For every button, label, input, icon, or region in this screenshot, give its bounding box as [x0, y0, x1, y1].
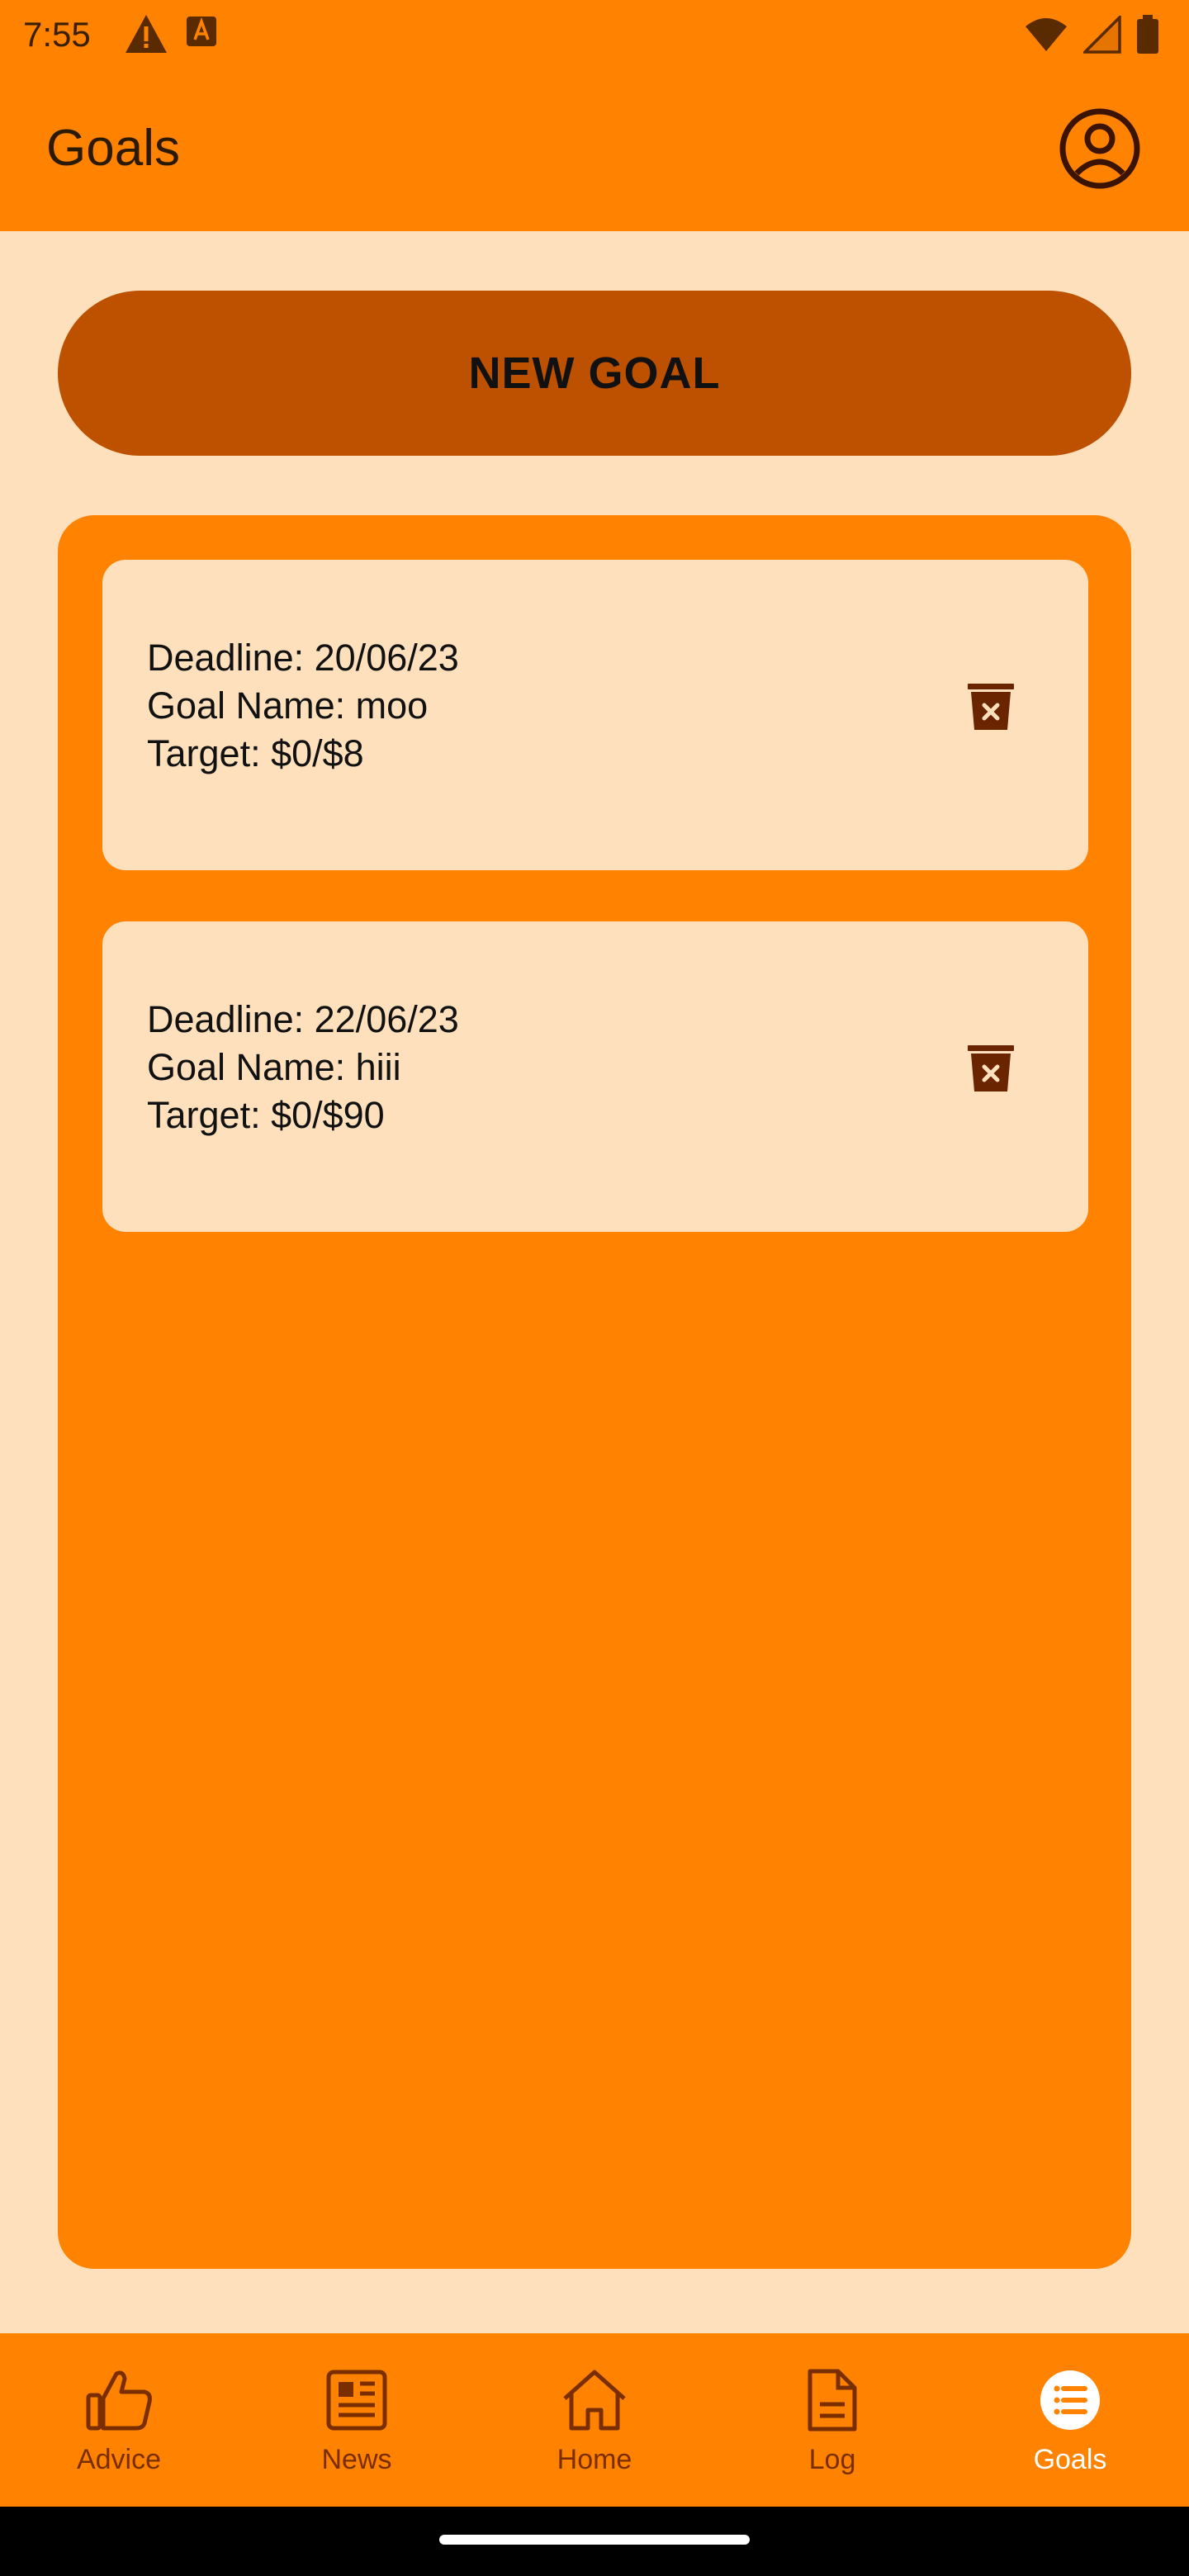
goal-name: Goal Name: moo — [147, 684, 429, 727]
goal-target: Target: $0/$8 — [147, 732, 364, 774]
goal-card: Deadline: 22/06/23 Goal Name: hiii Targe… — [102, 921, 1088, 1232]
signal-icon — [1081, 13, 1121, 58]
keyboard-a-icon — [185, 13, 218, 59]
goal-target: Target: $0/$90 — [147, 1094, 385, 1136]
nav-label-news: News — [321, 2444, 392, 2475]
goal-details: Deadline: 22/06/23 Goal Name: hiii Targe… — [147, 996, 459, 1139]
bottom-navigation: Advice News Home Log Goals — [0, 2333, 1189, 2507]
nav-item-news[interactable]: News — [238, 2333, 476, 2507]
nav-item-log[interactable]: Log — [713, 2333, 951, 2507]
delete-icon — [964, 1042, 1017, 1099]
newspaper-icon — [324, 2367, 390, 2437]
list-circle-icon — [1039, 2369, 1101, 2436]
app-bar: Goals — [0, 69, 1189, 231]
thumbs-up-icon — [83, 2367, 154, 2437]
nav-item-goals[interactable]: Goals — [951, 2333, 1189, 2507]
delete-goal-button[interactable] — [958, 1037, 1024, 1103]
alert-icon — [124, 13, 168, 59]
status-bar: 7:55 — [0, 0, 1189, 69]
goal-card: Deadline: 20/06/23 Goal Name: moo Target… — [102, 560, 1088, 870]
nav-label-advice: Advice — [76, 2444, 162, 2475]
battery-icon — [1136, 15, 1159, 59]
goal-deadline: Deadline: 22/06/23 — [147, 998, 459, 1040]
nav-label-goals: Goals — [1033, 2444, 1107, 2475]
document-icon — [803, 2366, 861, 2438]
delete-goal-button[interactable] — [958, 675, 1024, 741]
account-circle-icon — [1059, 107, 1141, 194]
nav-item-advice[interactable]: Advice — [0, 2333, 238, 2507]
new-goal-button[interactable]: NEW GOAL — [58, 291, 1131, 456]
goal-details: Deadline: 20/06/23 Goal Name: moo Target… — [147, 634, 459, 778]
wifi-icon — [1024, 17, 1068, 57]
home-gesture-handle[interactable] — [439, 2535, 750, 2545]
nav-label-home: Home — [557, 2444, 632, 2475]
goals-list: Deadline: 20/06/23 Goal Name: moo Target… — [58, 515, 1131, 2269]
nav-item-home[interactable]: Home — [476, 2333, 713, 2507]
goal-deadline: Deadline: 20/06/23 — [147, 637, 459, 679]
profile-button[interactable] — [1057, 107, 1143, 193]
system-navigation-bar — [0, 2507, 1189, 2576]
status-time: 7:55 — [23, 15, 91, 54]
page-title: Goals — [46, 120, 180, 177]
nav-label-log: Log — [808, 2444, 856, 2475]
home-icon — [560, 2367, 629, 2437]
goal-name: Goal Name: hiii — [147, 1046, 401, 1088]
delete-icon — [964, 680, 1017, 737]
